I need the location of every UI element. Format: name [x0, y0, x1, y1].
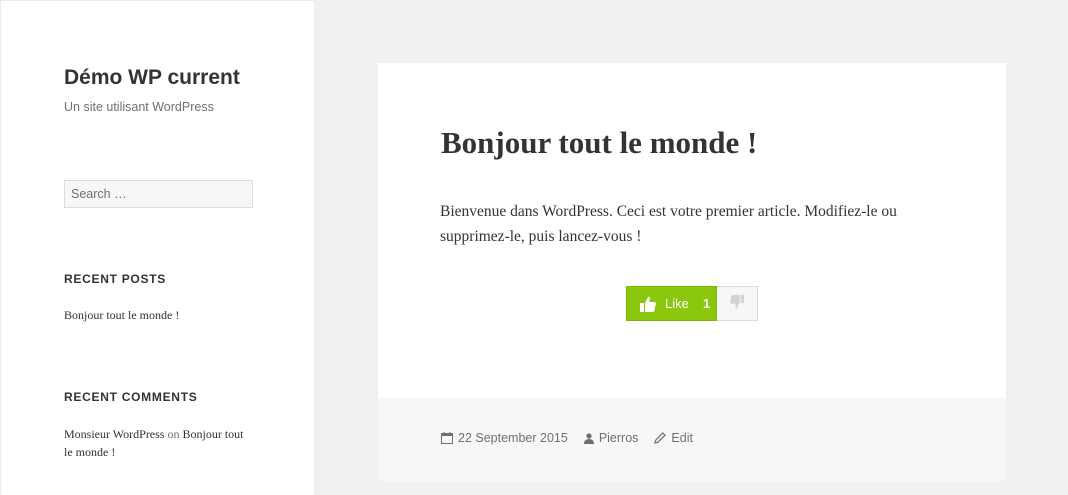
site-description: Un site utilisant WordPress	[64, 100, 214, 114]
comment-connector: on	[167, 427, 180, 441]
post-footer: 22 September 2015 Pierros Edit	[378, 398, 1006, 481]
post-date-link[interactable]: 22 September 2015	[441, 431, 568, 445]
recent-posts-title: RECENT POSTS	[64, 272, 166, 286]
comment-author-link[interactable]: Monsieur WordPress	[64, 427, 164, 441]
recent-comment: Monsieur WordPress on Bonjour tout le mo…	[64, 425, 254, 461]
dislike-button[interactable]	[717, 286, 758, 321]
edit-link[interactable]: Edit	[654, 431, 693, 445]
user-icon	[583, 432, 594, 444]
post-title[interactable]: Bonjour tout le monde !	[441, 123, 757, 163]
recent-post-link[interactable]: Bonjour tout le monde !	[64, 307, 179, 323]
calendar-icon	[441, 432, 453, 444]
sidebar: Démo WP current Un site utilisant WordPr…	[0, 0, 315, 495]
post-content: Bienvenue dans WordPress. Ceci est votre…	[440, 203, 897, 245]
post-author: Pierros	[598, 431, 639, 445]
page: Démo WP current Un site utilisant WordPr…	[0, 0, 1068, 495]
like-count: 1	[702, 296, 711, 311]
pencil-icon	[654, 432, 667, 444]
post-date: 22 September 2015	[458, 431, 568, 445]
like-widget: Like 1	[626, 286, 758, 321]
search-input[interactable]	[64, 180, 253, 208]
recent-comments-title: RECENT COMMENTS	[64, 390, 198, 404]
post-author-link[interactable]: Pierros	[583, 431, 639, 445]
post-meta: 22 September 2015 Pierros Edit	[441, 431, 709, 445]
thumbs-up-icon	[639, 295, 657, 313]
post-article: Bonjour tout le monde ! Bienvenue dans W…	[378, 63, 1006, 481]
site-title[interactable]: Démo WP current	[64, 64, 240, 92]
thumbs-down-icon	[729, 294, 745, 313]
edit-label: Edit	[671, 431, 693, 445]
like-label: Like	[665, 296, 689, 311]
like-button[interactable]: Like 1	[626, 286, 717, 321]
